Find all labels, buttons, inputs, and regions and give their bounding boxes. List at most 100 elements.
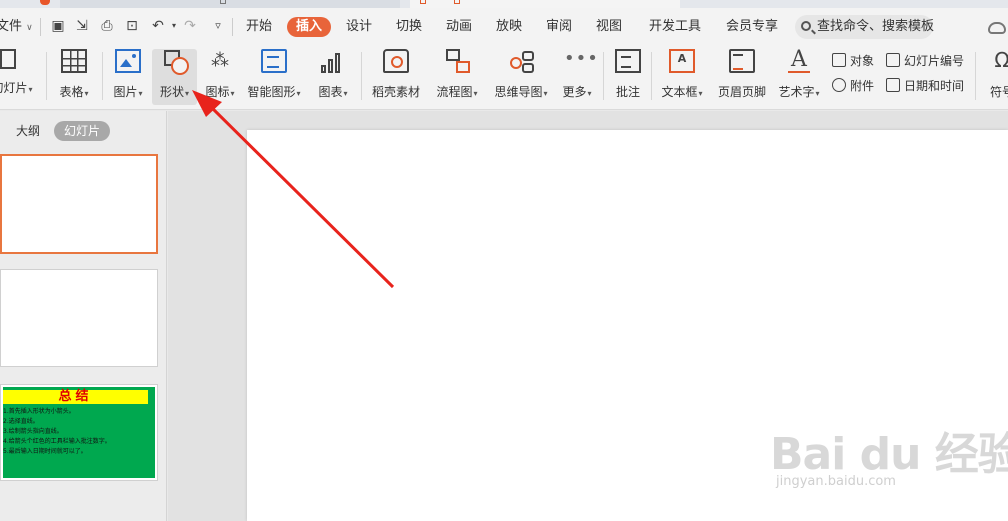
dropdown-arrow-icon: ▾ xyxy=(28,85,33,94)
attachment-button[interactable]: 附件 xyxy=(832,76,874,96)
dropdown-arrow-icon: ▾ xyxy=(84,89,89,98)
table-button[interactable]: 表格▾ xyxy=(54,49,94,105)
watermark-brand: Bai du 经验 xyxy=(770,429,1008,480)
new-slide-label: 幻灯片 xyxy=(0,81,28,95)
object-button[interactable]: 对象 xyxy=(832,51,874,71)
tab-animation[interactable]: 动画 xyxy=(446,17,472,37)
comment-button[interactable]: 批注 xyxy=(610,49,646,105)
tab-transition[interactable]: 切换 xyxy=(396,17,422,37)
tab-developer[interactable]: 开发工具 xyxy=(649,17,701,37)
print-preview-icon[interactable]: ⊡ xyxy=(124,17,140,35)
mindmap-label: 思维导图 xyxy=(494,85,543,99)
table-icon xyxy=(61,49,87,73)
new-slide-icon xyxy=(0,49,16,69)
datetime-button[interactable]: 日期和时间 xyxy=(886,76,964,96)
dropdown-arrow-icon: ▾ xyxy=(543,89,548,98)
slide-number-button[interactable]: 幻灯片编号 xyxy=(886,51,964,71)
app-logo xyxy=(40,0,50,5)
divider xyxy=(975,52,976,100)
dropdown-arrow-icon: ▾ xyxy=(138,89,143,98)
export-icon[interactable]: ⇲ xyxy=(74,17,90,35)
tab-member[interactable]: 会员专享 xyxy=(726,17,778,37)
tab-review[interactable]: 审阅 xyxy=(546,17,572,37)
dropdown-arrow-icon: ▾ xyxy=(587,89,592,98)
smartart-label: 智能图形 xyxy=(247,85,296,99)
search-placeholder: 查找命令、搜索模板 xyxy=(817,19,935,34)
divider xyxy=(603,52,604,100)
undo-icon[interactable]: ↶ xyxy=(150,17,166,35)
textbox-icon: A xyxy=(669,49,695,73)
textbox-button[interactable]: A 文本框▾ xyxy=(657,49,707,105)
chart-icon xyxy=(320,49,346,73)
comment-label: 批注 xyxy=(615,85,640,99)
customize-icon[interactable]: ▿ xyxy=(210,17,226,35)
document-tab[interactable] xyxy=(60,0,400,8)
icon-library-button[interactable]: ⁂ 图标▾ xyxy=(200,49,240,105)
dropdown-arrow-icon: ▾ xyxy=(698,89,703,98)
print-icon[interactable]: ⎙ xyxy=(99,17,115,35)
table-label: 表格 xyxy=(59,85,84,99)
chevron-down-icon[interactable]: ▾ xyxy=(166,17,182,35)
slide-line: 4.给箭头个红色的工具栏输入批注数字。 xyxy=(3,438,111,445)
smartart-button[interactable]: 智能图形▾ xyxy=(245,49,303,105)
symbol-button[interactable]: Ω 符号 xyxy=(982,49,1008,105)
omega-icon: Ω xyxy=(994,48,1008,72)
slide-thumbnail-3[interactable]: 总结 1.首先插入形状为小箭头。 2.选择直线。 3.绘制箭头指向直线。 4.给… xyxy=(0,384,158,481)
picture-label: 图片 xyxy=(113,85,138,99)
new-slide-button[interactable]: 幻灯片▾ xyxy=(0,49,38,105)
tab-view[interactable]: 视图 xyxy=(596,17,622,37)
ppt-icon xyxy=(454,0,460,4)
more-button[interactable]: ••• 更多▾ xyxy=(558,48,599,105)
slide-thumbnail-1[interactable] xyxy=(0,154,158,254)
smartart-icon xyxy=(261,49,287,73)
file-menu[interactable]: 文件 ∨ xyxy=(0,17,33,37)
file-menu-label: 文件 xyxy=(0,19,23,34)
picture-button[interactable]: 图片▾ xyxy=(108,49,148,105)
title-tab-strip xyxy=(0,0,1008,8)
object-icon xyxy=(832,53,846,67)
slides-pane: 大纲 幻灯片 总结 1.首先插入形状为小箭头。 2.选择直线。 3.绘制箭头指向… xyxy=(0,111,167,521)
menu-bar: 文件 ∨ ▣ ⇲ ⎙ ⊡ ↶ ▾ ↷ ▿ 开始 插入 设计 切换 动画 放映 审… xyxy=(0,8,1008,46)
slide-background: 总结 1.首先插入形状为小箭头。 2.选择直线。 3.绘制箭头指向直线。 4.给… xyxy=(3,387,155,478)
tab-outline[interactable]: 大纲 xyxy=(16,121,40,141)
save-icon[interactable]: ▣ xyxy=(50,17,66,35)
redo-icon[interactable]: ↷ xyxy=(182,17,198,35)
tab-slideshow[interactable]: 放映 xyxy=(496,17,522,37)
dropdown-arrow-icon: ▾ xyxy=(473,89,478,98)
tab-slides[interactable]: 幻灯片 xyxy=(54,121,111,141)
tab-home[interactable]: 开始 xyxy=(246,17,272,37)
wordart-button[interactable]: A 艺术字▾ xyxy=(775,49,823,105)
slide-line: 1.首先插入形状为小箭头。 xyxy=(3,408,75,415)
mindmap-icon xyxy=(508,49,534,73)
divider xyxy=(361,52,362,100)
chart-button[interactable]: 图表▾ xyxy=(313,49,353,105)
paperclip-icon xyxy=(832,78,846,92)
more-icon: ••• xyxy=(564,48,599,69)
tab-design[interactable]: 设计 xyxy=(346,17,372,37)
flowchart-button[interactable]: 流程图▾ xyxy=(432,49,482,105)
insert-ribbon: 幻灯片▾ 表格▾ 图片▾ 形状▾ ⁂ 图标▾ 智能图形▾ 图表▾ xyxy=(0,46,1008,110)
slide-line: 3.绘制箭头指向直线。 xyxy=(3,428,63,435)
mindmap-button[interactable]: 思维导图▾ xyxy=(490,49,552,105)
slide-line: 2.选择直线。 xyxy=(3,418,39,425)
slide-thumbnail-2[interactable] xyxy=(0,269,158,367)
more-label: 更多 xyxy=(562,85,587,99)
document-tab-active[interactable] xyxy=(410,0,680,8)
cloud-icon[interactable] xyxy=(988,22,1006,34)
command-search-input[interactable]: 查找命令、搜索模板 xyxy=(795,15,935,39)
slide-title: 总结 xyxy=(3,390,148,404)
divider xyxy=(46,52,47,100)
watermark-url: jingyan.baidu.com xyxy=(776,474,896,489)
flowchart-label: 流程图 xyxy=(436,85,473,99)
ppt-icon xyxy=(420,0,426,4)
header-footer-label: 页眉页脚 xyxy=(717,85,766,99)
material-button[interactable]: 稻壳素材 xyxy=(368,49,424,105)
header-footer-button[interactable]: 页眉页脚 xyxy=(714,49,770,105)
search-icon xyxy=(801,21,811,31)
tab-insert[interactable]: 插入 xyxy=(287,17,332,37)
header-footer-icon xyxy=(729,49,755,73)
shape-button[interactable]: 形状▾ xyxy=(152,49,197,105)
comment-icon xyxy=(615,49,641,73)
watermark: Bai du 经验 jingyan.baidu.com xyxy=(770,408,1008,498)
calendar-icon xyxy=(886,78,900,92)
